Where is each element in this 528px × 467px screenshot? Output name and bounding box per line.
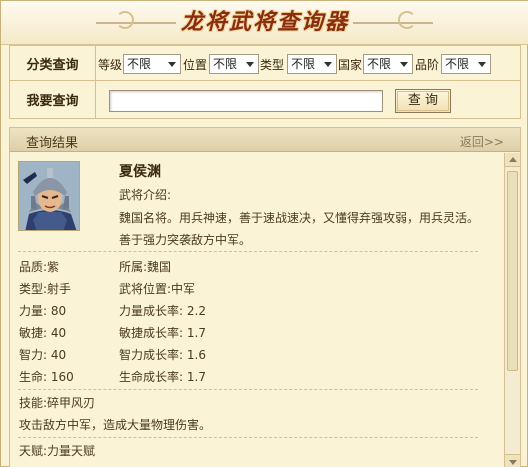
chevron-down-icon bbox=[168, 62, 176, 67]
stat-life-growth: 生命成长率: 1.7 bbox=[119, 368, 206, 385]
stat-value: 40 bbox=[50, 326, 67, 340]
stat-value: 1.7 bbox=[186, 326, 206, 340]
intro-line: 魏国名将。用兵神速，善于速战速决，又懂得弃强攻弱，用兵灵活。 bbox=[119, 211, 480, 225]
section-divider bbox=[18, 389, 478, 390]
app-title: 龙将武将查询器 bbox=[180, 9, 349, 35]
general-detail: 夏侯渊 武将介绍: 魏国名将。用兵神速，善于速战速决，又懂得弃强攻弱，用兵灵活。… bbox=[10, 153, 503, 467]
scroll-thumb[interactable] bbox=[507, 171, 518, 371]
stat-value: 80 bbox=[50, 304, 67, 318]
results-title: 查询结果 bbox=[26, 136, 79, 151]
skill-description: 攻击敌方中军，造成大量物理伤害。 bbox=[19, 418, 212, 432]
scroll-up-arrow-icon[interactable] bbox=[505, 153, 520, 167]
stat-agility-growth: 敏捷成长率: 1.7 bbox=[119, 324, 206, 341]
stat-value: 中军 bbox=[171, 282, 196, 296]
chevron-down-icon bbox=[324, 62, 332, 67]
chevron-down-icon bbox=[246, 62, 254, 67]
scroll-down-arrow-icon[interactable] bbox=[505, 454, 520, 467]
results-header: 查询结果 返回>> bbox=[10, 128, 520, 152]
type-select[interactable]: 不限 bbox=[287, 54, 337, 74]
chevron-down-icon bbox=[400, 62, 408, 67]
general-portrait bbox=[18, 161, 80, 231]
position-select[interactable]: 不限 bbox=[209, 54, 259, 74]
stat-intelligence-growth: 智力成长率: 1.6 bbox=[119, 346, 206, 363]
stat-type: 类型:射手 bbox=[19, 280, 71, 297]
stat-agility: 敏捷: 40 bbox=[19, 324, 66, 341]
results-panel: 查询结果 返回>> 夏侯渊 武将介绍: 魏国名将。用兵神速，善于速战速决，又懂得… bbox=[9, 127, 521, 467]
general-name: 夏侯渊 bbox=[119, 164, 161, 180]
grade-select-value: 不限 bbox=[445, 57, 470, 71]
stat-value: 魏国 bbox=[147, 260, 172, 274]
stat-key: 武将位置: bbox=[119, 282, 172, 296]
filter-label-country: 国家 bbox=[338, 58, 363, 72]
talent-name: 力量天赋 bbox=[47, 444, 96, 458]
filter-label-grade: 品阶 bbox=[415, 58, 440, 72]
type-select-value: 不限 bbox=[291, 57, 316, 71]
query-window: 龙将武将查询器 分类查询 等级 不限 位置 不限 类型 不限 国家 不限 品阶 … bbox=[0, 0, 528, 467]
level-select[interactable]: 不限 bbox=[123, 54, 181, 74]
results-scrollbar[interactable] bbox=[504, 153, 520, 467]
stat-key: 类型: bbox=[19, 282, 48, 296]
stat-key: 智力: bbox=[19, 348, 48, 362]
stat-key: 力量成长率: bbox=[119, 304, 184, 318]
skill-name: 碎甲风刃 bbox=[47, 396, 96, 410]
stat-faction: 所属:魏国 bbox=[119, 258, 171, 275]
stat-value: 射手 bbox=[47, 282, 72, 296]
stat-key: 力量: bbox=[19, 304, 48, 318]
grade-select[interactable]: 不限 bbox=[441, 54, 491, 74]
filter-label-position: 位置 bbox=[183, 58, 208, 72]
stat-key: 生命成长率: bbox=[119, 370, 184, 384]
intro-label: 武将介绍: bbox=[119, 188, 172, 202]
stat-value: 1.7 bbox=[186, 370, 206, 384]
talent-label: 天赋: bbox=[19, 444, 48, 458]
stat-strength: 力量: 80 bbox=[19, 302, 66, 319]
search-row: 我要查询 查 询 bbox=[9, 81, 521, 119]
search-row-label: 我要查询 bbox=[10, 81, 96, 118]
stat-quality: 品质:紫 bbox=[19, 258, 59, 275]
filter-label-type: 类型 bbox=[260, 58, 285, 72]
skill-line: 技能:碎甲风刃 bbox=[19, 394, 95, 411]
country-select[interactable]: 不限 bbox=[363, 54, 413, 74]
stat-key: 智力成长率: bbox=[119, 348, 184, 362]
position-select-value: 不限 bbox=[213, 57, 238, 71]
chevron-down-icon bbox=[478, 62, 486, 67]
banner-swirl-icon bbox=[116, 11, 134, 29]
filter-label-level: 等级 bbox=[98, 58, 123, 72]
stat-intelligence: 智力: 40 bbox=[19, 346, 66, 363]
stat-key: 敏捷: bbox=[19, 326, 48, 340]
search-input[interactable] bbox=[109, 90, 383, 112]
back-link[interactable]: 返回>> bbox=[460, 133, 504, 150]
banner-swirl-icon bbox=[398, 11, 416, 29]
general-portrait-image bbox=[19, 162, 79, 230]
stat-position: 武将位置:中军 bbox=[119, 280, 195, 297]
stat-key: 品质: bbox=[19, 260, 48, 274]
stat-key: 所属: bbox=[119, 260, 148, 274]
intro-line: 善于强力突袭敌方中军。 bbox=[119, 233, 252, 247]
level-select-value: 不限 bbox=[127, 57, 152, 71]
category-filter-label: 分类查询 bbox=[10, 46, 96, 80]
stat-key: 敏捷成长率: bbox=[119, 326, 184, 340]
banner-ornament-line bbox=[353, 22, 433, 24]
stat-value: 2.2 bbox=[186, 304, 206, 318]
stat-key: 生命: bbox=[19, 370, 48, 384]
stat-life: 生命: 160 bbox=[19, 368, 74, 385]
category-filter-row: 分类查询 等级 不限 位置 不限 类型 不限 国家 不限 品阶 不限 bbox=[9, 45, 521, 81]
intro-text: 魏国名将。用兵神速，善于速战速决，又懂得弃强攻弱，用兵灵活。 善于强力突袭敌方中… bbox=[119, 207, 499, 251]
search-button[interactable]: 查 询 bbox=[395, 89, 451, 113]
talent-line: 天赋:力量天赋 bbox=[19, 442, 95, 459]
section-divider bbox=[18, 437, 478, 438]
country-select-value: 不限 bbox=[367, 57, 392, 71]
stat-value: 40 bbox=[50, 348, 67, 362]
skill-label: 技能: bbox=[19, 396, 48, 410]
banner-ornament-line bbox=[96, 22, 176, 24]
stat-value: 紫 bbox=[47, 260, 60, 274]
stat-value: 1.6 bbox=[186, 348, 206, 362]
filter-group: 等级 不限 位置 不限 类型 不限 国家 不限 品阶 不限 bbox=[97, 46, 520, 80]
stat-strength-growth: 力量成长率: 2.2 bbox=[119, 302, 206, 319]
stat-value: 160 bbox=[50, 370, 74, 384]
title-banner: 龙将武将查询器 bbox=[1, 1, 528, 45]
section-divider bbox=[18, 251, 478, 252]
